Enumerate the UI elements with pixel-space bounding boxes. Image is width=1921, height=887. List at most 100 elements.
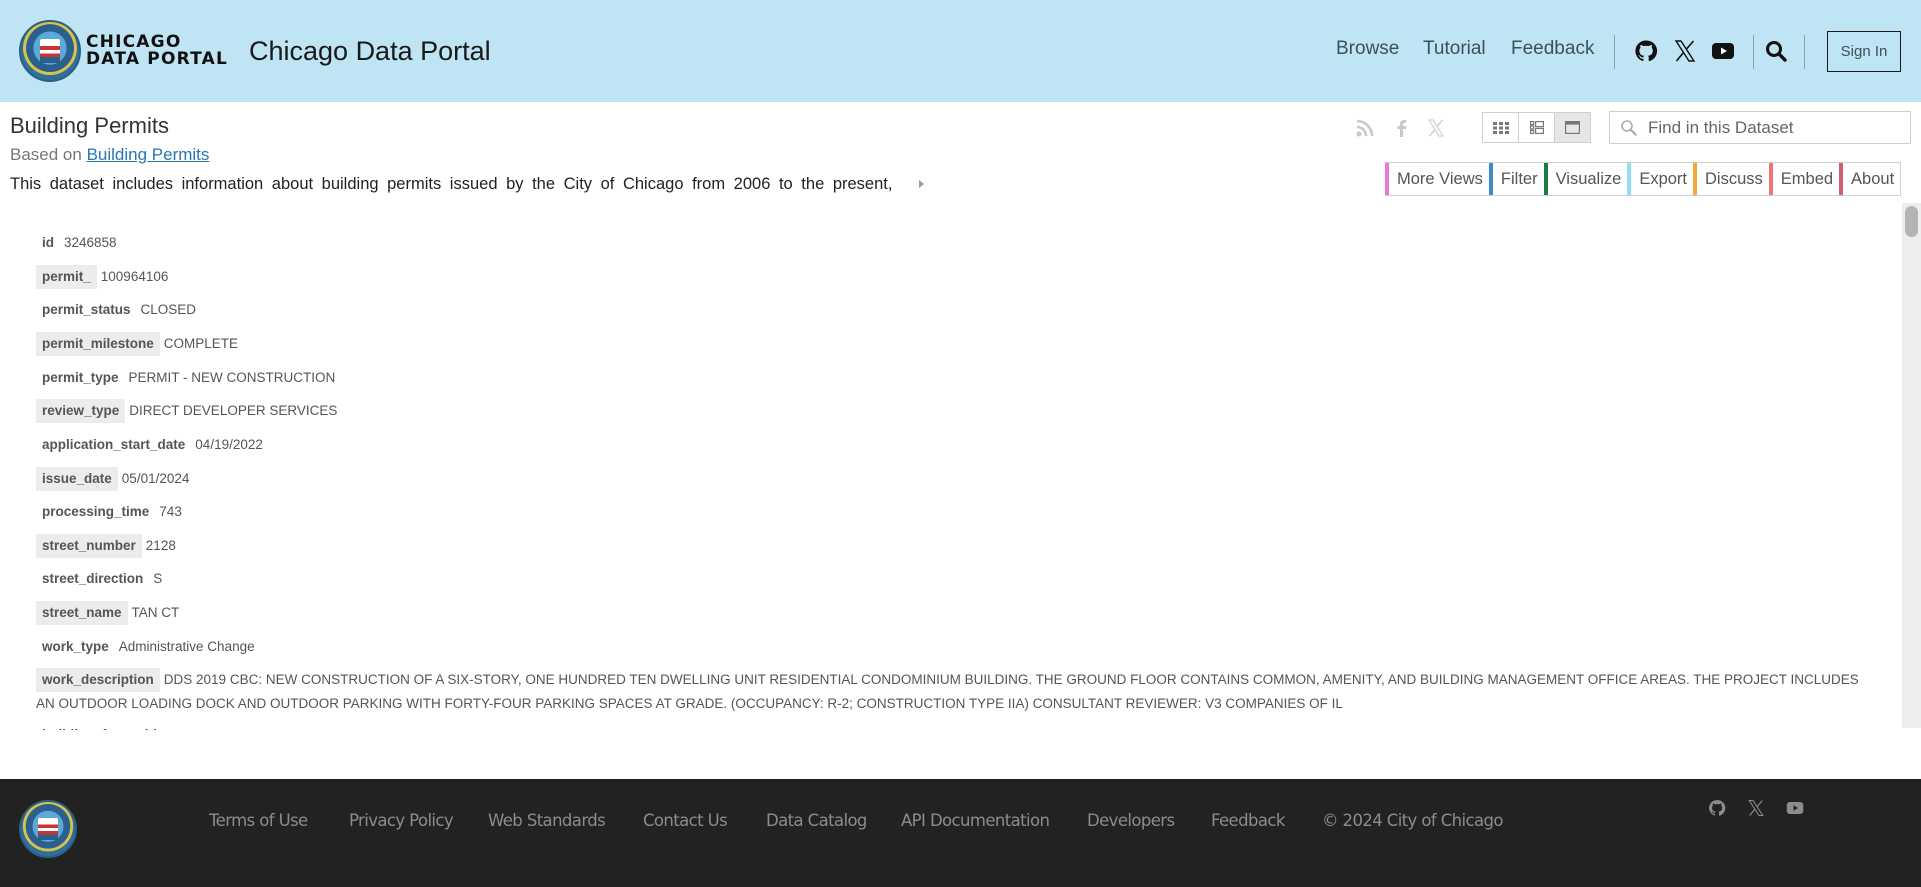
site-title[interactable]: Chicago Data Portal xyxy=(249,36,491,67)
footer-link-developers[interactable]: Developers xyxy=(1087,811,1175,830)
field-value: S xyxy=(153,571,163,586)
facebook-icon[interactable] xyxy=(1392,118,1412,138)
record-view: id 3246858 permit_ 100964106 permit_status CL… xyxy=(0,205,1902,730)
table-view-button[interactable] xyxy=(1483,113,1519,142)
footer-link-api-documentation[interactable]: API Documentation xyxy=(901,811,1050,830)
github-icon[interactable] xyxy=(1634,39,1658,63)
record-field-issue-date: issue_date 05/01/2024 xyxy=(36,467,189,491)
field-name: permit_status xyxy=(42,302,131,317)
field-value: CLOSED xyxy=(140,302,197,317)
field-name: application_start_date xyxy=(42,437,186,452)
field-value: 04/19/2022 xyxy=(195,437,263,452)
nav-tutorial[interactable]: Tutorial xyxy=(1423,38,1486,60)
footer-link-web-standards[interactable]: Web Standards xyxy=(488,811,606,830)
field-name: permit_type xyxy=(42,370,119,385)
field-value: TAN CT xyxy=(131,605,180,620)
field-value: 05/01/2024 xyxy=(121,471,190,486)
field-name: work_description xyxy=(36,668,160,692)
nav-feedback[interactable]: Feedback xyxy=(1511,38,1594,60)
city-seal-logo[interactable] xyxy=(19,800,77,858)
footer-link-feedback[interactable]: Feedback xyxy=(1211,811,1285,830)
dataset-title: Building Permits xyxy=(10,113,169,138)
record-field-permit-status: permit_status CLOSED xyxy=(36,298,196,322)
scrollbar-thumb[interactable] xyxy=(1905,206,1918,237)
footer-link-contact-us[interactable]: Contact Us xyxy=(643,811,728,830)
field-name: building_fee_paid xyxy=(36,723,163,730)
field-value: DIRECT DEVELOPER SERVICES xyxy=(129,403,338,418)
action-tab-discuss[interactable]: Discuss xyxy=(1693,163,1769,195)
action-tab-embed[interactable]: Embed xyxy=(1768,163,1839,195)
record-field-street-name: street_name TAN CT xyxy=(36,601,179,625)
youtube-icon[interactable] xyxy=(1786,799,1804,817)
record-field-street-direction: street_direction S xyxy=(36,567,162,591)
record-field-application-start-date: application_start_date 04/19/2022 xyxy=(36,433,263,457)
github-icon[interactable] xyxy=(1708,799,1726,817)
field-name: issue_date xyxy=(36,467,118,491)
list-icon xyxy=(1529,121,1544,134)
field-value: COMPLETE xyxy=(163,336,239,351)
view-mode-toggle xyxy=(1482,112,1591,143)
search-divider xyxy=(1804,35,1805,69)
parent-dataset-link[interactable]: Building Permits xyxy=(87,145,210,164)
action-tab-visualize[interactable]: Visualize xyxy=(1543,163,1628,195)
footer-link-terms-of-use[interactable]: Terms of Use xyxy=(209,811,308,830)
field-value: PERMIT - NEW CONSTRUCTION xyxy=(128,370,336,385)
field-name: street_name xyxy=(36,601,128,625)
footer-link-privacy-policy[interactable]: Privacy Policy xyxy=(349,811,454,830)
grid-icon xyxy=(1492,121,1509,134)
search-icon[interactable] xyxy=(1764,39,1788,63)
action-tab-filter[interactable]: Filter xyxy=(1488,163,1544,195)
record-field-processing-time: processing_time 743 xyxy=(36,500,182,524)
x-icon[interactable] xyxy=(1747,799,1765,817)
youtube-icon[interactable] xyxy=(1711,39,1735,63)
dataset-actions: More Views Filter Visualize Export Discuss Em… xyxy=(1385,162,1902,196)
dataset-description: This dataset includes information about … xyxy=(10,175,893,193)
field-name: permit_ xyxy=(36,265,97,289)
record-field-review-type: review_type DIRECT DEVELOPER SERVICES xyxy=(36,399,337,423)
field-value: 2128 xyxy=(145,538,176,553)
x-icon[interactable] xyxy=(1426,118,1446,138)
record-field-work-description: work_description DDS 2019 CBC: NEW CONSTR… xyxy=(36,668,1876,716)
action-tab-about[interactable]: About xyxy=(1839,163,1900,195)
field-value: 3246858 xyxy=(64,235,117,250)
rss-icon[interactable] xyxy=(1355,118,1375,138)
portal-logo-text[interactable]: CHICAGO DATA PORTAL xyxy=(86,34,228,68)
copyright: © 2024 City of Chicago xyxy=(1322,811,1503,830)
list-view-button[interactable] xyxy=(1519,113,1555,142)
field-value: 743 xyxy=(159,504,182,519)
record-field-permit-milestone: permit_milestone COMPLETE xyxy=(36,332,238,356)
nav-browse[interactable]: Browse xyxy=(1336,38,1399,60)
record-field-permit: permit_ 100964106 xyxy=(36,265,168,289)
x-icon[interactable] xyxy=(1673,39,1697,63)
expand-description-icon[interactable] xyxy=(919,180,924,188)
field-name: street_number xyxy=(36,534,142,558)
footer-link-data-catalog[interactable]: Data Catalog xyxy=(766,811,867,830)
field-name: work_type xyxy=(42,639,109,654)
logo-line-2: DATA PORTAL xyxy=(86,49,229,69)
record-scrollbar[interactable] xyxy=(1902,203,1921,728)
based-on-prefix: Based on xyxy=(10,145,82,164)
field-value: 100964106 xyxy=(100,269,169,284)
record-field-permit-type: permit_type PERMIT - NEW CONSTRUCTION xyxy=(36,366,335,390)
action-tab-export[interactable]: Export xyxy=(1627,163,1693,195)
city-seal-logo[interactable] xyxy=(19,20,81,82)
single-row-icon xyxy=(1565,121,1580,134)
field-name: processing_time xyxy=(42,504,150,519)
record-field-work-type: work_type Administrative Change xyxy=(36,635,255,659)
nav-divider xyxy=(1614,35,1615,69)
based-on: Based on Building Permits xyxy=(10,145,209,165)
record-field-building-fee-paid: building_fee_paid xyxy=(36,723,167,730)
site-footer: Terms of Use Privacy Policy Web Standard… xyxy=(0,779,1921,887)
sign-in-button[interactable]: Sign In xyxy=(1827,31,1901,72)
record-field-id: id 3246858 xyxy=(36,231,117,255)
field-name: permit_milestone xyxy=(36,332,160,356)
row-view-button[interactable] xyxy=(1555,113,1590,142)
search-icon xyxy=(1621,119,1637,136)
dataset-search-input[interactable] xyxy=(1648,117,1898,138)
action-tab-more-views[interactable]: More Views xyxy=(1385,163,1489,195)
record-field-street-number: street_number 2128 xyxy=(36,534,176,558)
dataset-search xyxy=(1609,111,1911,144)
icon-divider xyxy=(1753,35,1754,69)
field-name: review_type xyxy=(36,399,126,423)
field-name: street_direction xyxy=(42,571,144,586)
